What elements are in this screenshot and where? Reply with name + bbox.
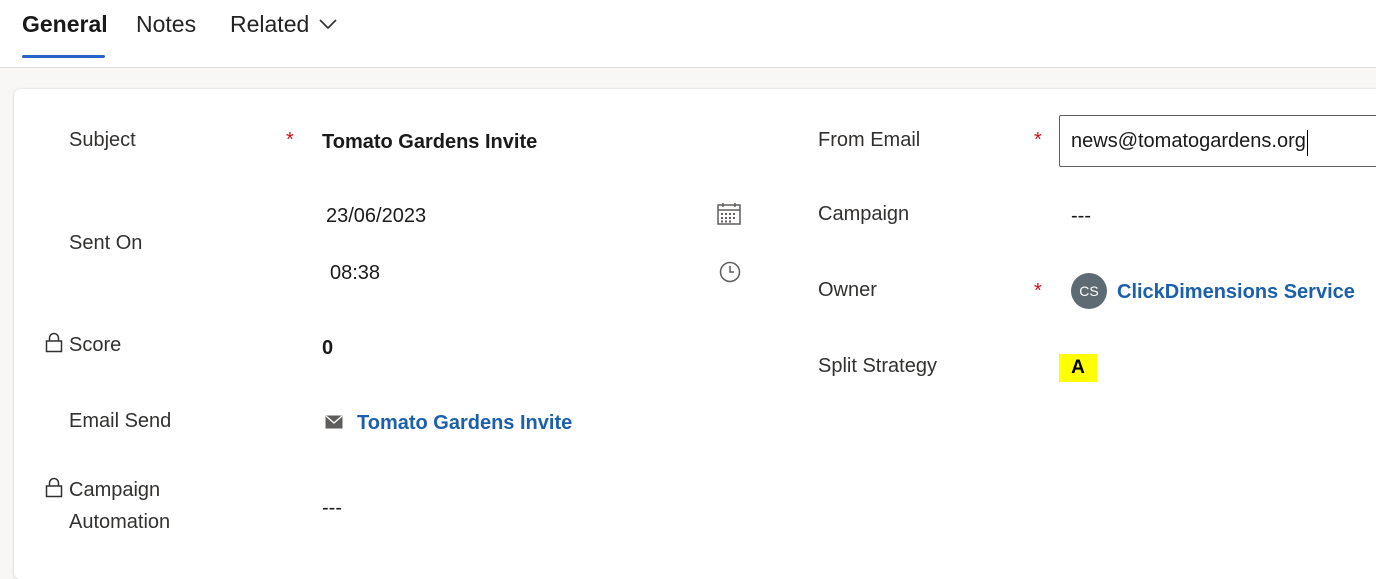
sent-on-date[interactable]: 23/06/2023 [326, 204, 426, 228]
subject-value[interactable]: Tomato Gardens Invite [322, 130, 537, 154]
owner-required-marker: * [1034, 280, 1042, 302]
score-label: Score [69, 334, 122, 356]
tab-general[interactable]: General [22, 10, 108, 38]
avatar: CS [1071, 273, 1107, 309]
sent-on-time[interactable]: 08:38 [330, 261, 380, 285]
lock-icon [45, 477, 63, 498]
tab-bar: General Notes Related [0, 0, 1376, 68]
calendar-icon[interactable] [716, 202, 742, 226]
subject-required-marker: * [286, 129, 294, 151]
score-value: 0 [322, 337, 334, 359]
split-strategy-value[interactable]: A [1059, 354, 1097, 382]
clock-icon[interactable] [719, 261, 741, 283]
from-email-value: news@tomatogardens.org [1071, 130, 1306, 152]
owner-link[interactable]: ClickDimensions Service [1117, 280, 1355, 304]
active-tab-indicator [22, 55, 105, 58]
from-email-label: From Email [818, 129, 921, 151]
chevron-down-icon[interactable] [318, 14, 338, 34]
email-send-link[interactable]: Tomato Gardens Invite [357, 411, 572, 435]
text-caret [1306, 129, 1308, 156]
subject-label: Subject [69, 129, 136, 151]
from-email-input[interactable]: news@tomatogardens.org [1059, 115, 1376, 167]
campaign-automation-label-line1: Campaign [69, 479, 161, 501]
owner-label: Owner [818, 279, 877, 301]
email-icon [325, 415, 343, 429]
email-send-label: Email Send [69, 410, 172, 432]
campaign-automation-value: --- [322, 497, 342, 519]
tab-related[interactable]: Related [230, 10, 309, 38]
campaign-label: Campaign [818, 203, 910, 225]
campaign-value[interactable]: --- [1071, 204, 1091, 228]
tab-notes[interactable]: Notes [136, 10, 196, 38]
split-strategy-label: Split Strategy [818, 355, 937, 377]
lock-icon [45, 332, 63, 353]
from-email-required-marker: * [1034, 129, 1042, 151]
sent-on-label: Sent On [69, 232, 143, 254]
campaign-automation-label-line2: Automation [69, 511, 171, 533]
